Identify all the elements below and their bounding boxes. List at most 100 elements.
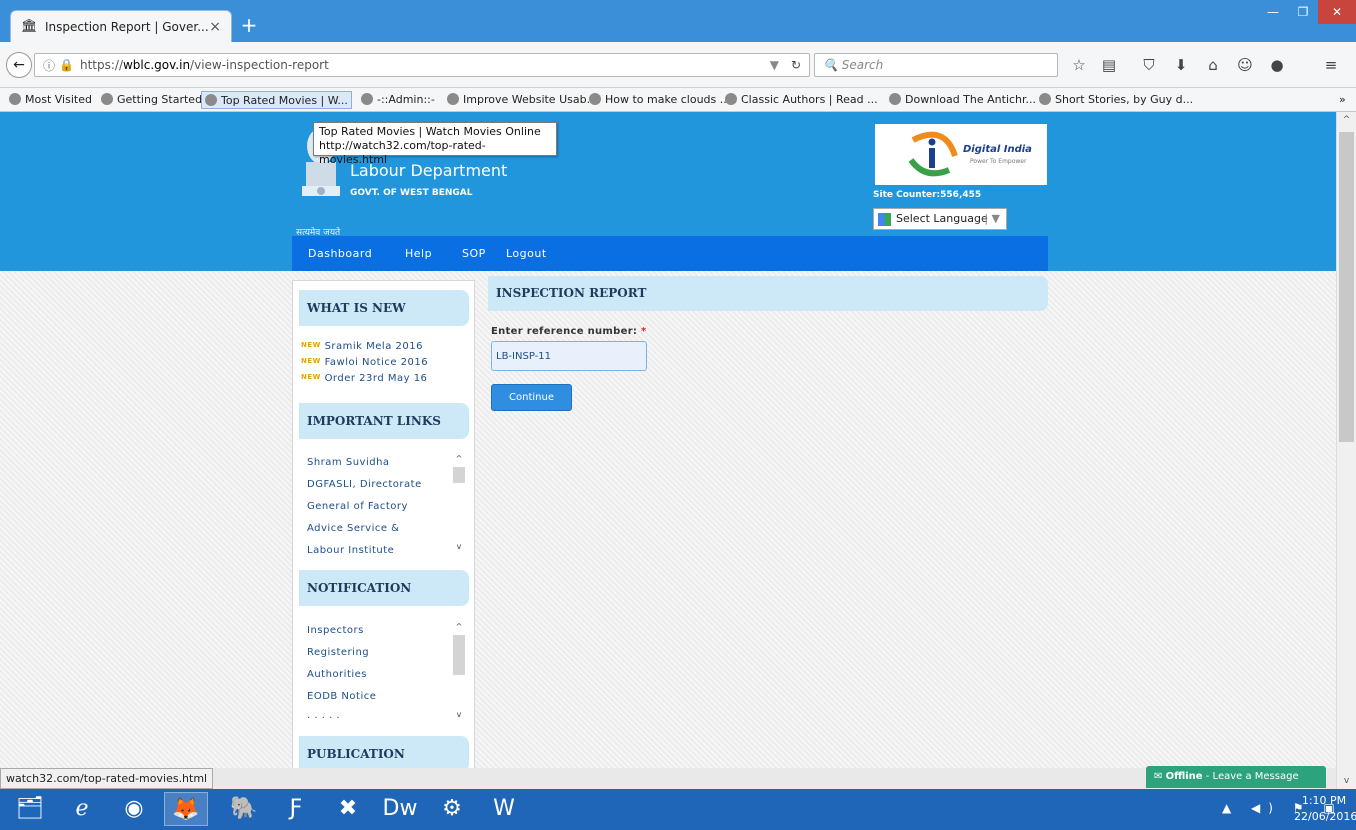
scroll-down-icon[interactable]: v	[453, 709, 465, 721]
scroll-up-icon[interactable]: ^	[453, 621, 465, 633]
search-input[interactable]: 🔍 Search	[814, 53, 1058, 77]
notification-item[interactable]: · · · · ·	[307, 708, 453, 730]
bookmarks-overflow-button[interactable]: »	[1336, 91, 1349, 109]
back-button[interactable]: ←	[6, 52, 32, 78]
menu-dashboard[interactable]: Dashboard	[308, 236, 372, 271]
notification-item[interactable]: Registering	[307, 642, 453, 664]
news-item[interactable]: NEW Fawloi Notice 2016	[301, 357, 428, 368]
tab-title: Inspection Report | Gover...	[45, 19, 209, 34]
menu-hamburger-icon[interactable]: ≡	[1322, 56, 1340, 74]
reading-list-icon[interactable]: ▤	[1100, 56, 1118, 74]
firefox-icon[interactable]: 🦊	[164, 792, 208, 826]
filezilla-icon[interactable]: Ƒ	[274, 792, 318, 826]
link-item[interactable]: DGFASLI, Directorate	[307, 474, 453, 496]
notification-scrollbar[interactable]: ^ v	[453, 621, 465, 721]
digital-india-text: Digital India	[963, 144, 1032, 155]
bookmark-getting-started[interactable]: Getting Started	[98, 91, 205, 109]
browser-tab[interactable]: 🏛 Inspection Report | Gover... ×	[10, 10, 232, 42]
chevron-down-icon: | ▼	[984, 212, 1000, 225]
language-select[interactable]: Select Language | ▼	[873, 208, 1007, 230]
lock-icon: 🔒	[59, 58, 74, 72]
important-links-heading: IMPORTANT LINKS	[299, 403, 469, 439]
menu-help[interactable]: Help	[405, 236, 432, 271]
url-text: https://wblc.gov.in/view-inspection-repo…	[79, 58, 329, 72]
network-icon[interactable]: ⚙	[430, 792, 474, 826]
link-item[interactable]: Labour Institute	[307, 540, 453, 562]
xampp-icon[interactable]: ✖	[326, 792, 370, 826]
site-header: सत्यमेव जयते Labour Department GOVT. OF …	[0, 112, 1336, 271]
link-item[interactable]: Advice Service &	[307, 518, 453, 540]
offline-chat-widget[interactable]: ✉ Offline - Leave a Message	[1146, 766, 1326, 788]
continue-button[interactable]: Continue	[491, 384, 572, 411]
important-links-list: Shram Suvidha DGFASLI, Directorate Gener…	[307, 452, 453, 562]
tab-close-icon[interactable]: ×	[209, 19, 221, 35]
clock[interactable]: 1:10 PM 22/06/2016	[1294, 793, 1356, 825]
scroll-thumb[interactable]	[1339, 132, 1354, 442]
pocket-icon[interactable]: ⛉	[1140, 56, 1158, 74]
scroll-thumb[interactable]	[453, 467, 465, 483]
menu-sop[interactable]: SOP	[462, 236, 486, 271]
window-maximize-button[interactable]: ❐	[1288, 0, 1318, 24]
bookmark-most-visited[interactable]: Most Visited	[6, 91, 95, 109]
address-bar[interactable]: ⓘ 🔒 https://wblc.gov.in/view-inspection-…	[34, 53, 810, 77]
scroll-up-icon[interactable]: ^	[453, 453, 465, 465]
file-explorer-icon[interactable]: 🗂	[8, 792, 52, 826]
bookmark-short-stories[interactable]: Short Stories, by Guy d...	[1036, 91, 1196, 109]
browser-nav-bar: ← ⓘ 🔒 https://wblc.gov.in/view-inspectio…	[0, 42, 1356, 88]
news-item[interactable]: NEW Order 23rd May 16	[301, 373, 427, 384]
chat-icon[interactable]: ☺	[1236, 56, 1254, 74]
scroll-thumb[interactable]	[453, 635, 465, 675]
mail-icon: ✉	[1154, 771, 1163, 782]
new-badge: NEW	[301, 373, 321, 381]
scroll-down-icon[interactable]: v	[1337, 773, 1356, 789]
downloads-icon[interactable]: ⬇	[1172, 56, 1190, 74]
bookmark-antichrist[interactable]: Download The Antichr...	[886, 91, 1039, 109]
internet-explorer-icon[interactable]: ℯ	[60, 792, 104, 826]
bookmark-admin[interactable]: -::Admin::-	[358, 91, 438, 109]
bookmark-classic-authors[interactable]: Classic Authors | Read ...	[722, 91, 881, 109]
important-links-scrollbar[interactable]: ^ v	[453, 453, 465, 553]
windows-taskbar: 🗂 ℯ ◉ 🦊 🐘 Ƒ ✖ Dw ⚙ W ▲ ◀) ⚑ ▣ 1:10 PM 22…	[0, 789, 1356, 830]
notification-item[interactable]: Inspectors	[307, 620, 453, 642]
news-item[interactable]: NEW Sramik Mela 2016	[301, 341, 423, 352]
scroll-down-icon[interactable]: v	[453, 541, 465, 553]
window-close-button[interactable]: ✕	[1318, 0, 1356, 24]
site-counter: Site Counter:556,455	[873, 190, 982, 200]
menu-logout[interactable]: Logout	[506, 236, 547, 271]
info-icon[interactable]: ⓘ	[43, 57, 55, 74]
digital-india-logo[interactable]: Digital India Power To Empower	[875, 124, 1047, 185]
new-tab-button[interactable]: +	[238, 14, 260, 36]
new-badge: NEW	[301, 357, 321, 365]
new-badge: NEW	[301, 341, 321, 349]
link-item[interactable]: Shram Suvidha	[307, 452, 453, 474]
home-icon[interactable]: ⌂	[1204, 56, 1222, 74]
page-vertical-scrollbar[interactable]: ^ v	[1336, 112, 1356, 789]
postgres-icon[interactable]: 🐘	[222, 792, 266, 826]
bookmark-clouds[interactable]: How to make clouds ...	[586, 91, 733, 109]
bookmark-star-icon[interactable]: ☆	[1070, 56, 1088, 74]
reload-icon[interactable]: ↻	[791, 58, 801, 72]
chrome-icon[interactable]: ◉	[112, 792, 156, 826]
web-page: सत्यमेव जयते Labour Department GOVT. OF …	[0, 112, 1336, 768]
globe-icon	[101, 93, 113, 105]
notification-item[interactable]: EODB Notice	[307, 686, 453, 708]
reference-number-input[interactable]	[491, 341, 647, 371]
reference-number-label: Enter reference number: *	[491, 326, 647, 337]
whats-new-heading: WHAT IS NEW	[299, 290, 469, 326]
url-dropdown-icon[interactable]: ▼	[770, 58, 779, 72]
globe-icon	[447, 93, 459, 105]
word-icon[interactable]: W	[482, 792, 526, 826]
dreamweaver-icon[interactable]: Dw	[378, 792, 422, 826]
extension-icon[interactable]: ●	[1268, 56, 1286, 74]
scroll-up-icon[interactable]: ^	[1337, 112, 1356, 128]
movie-icon	[205, 94, 217, 106]
globe-icon	[1039, 93, 1051, 105]
bookmarks-bar: Most Visited Getting Started Top Rated M…	[0, 88, 1356, 112]
globe-icon	[589, 93, 601, 105]
link-item[interactable]: General of Factory	[307, 496, 453, 518]
window-minimize-button[interactable]: —	[1258, 0, 1288, 24]
folder-icon	[9, 93, 21, 105]
bookmark-improve-website[interactable]: Improve Website Usab...	[444, 91, 600, 109]
notification-item[interactable]: Authorities	[307, 664, 453, 686]
bookmark-top-rated-movies[interactable]: Top Rated Movies | W...	[201, 91, 352, 109]
